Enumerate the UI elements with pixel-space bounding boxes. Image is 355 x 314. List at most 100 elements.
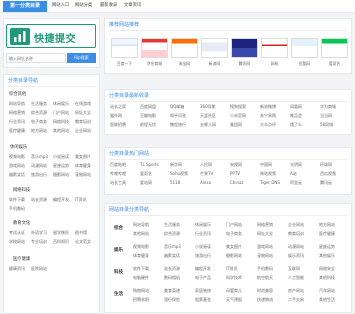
site-name[interactable]: 京东商城 — [141, 61, 168, 67]
site-link[interactable]: 哔哩哔哩 — [110, 171, 126, 177]
site-link[interactable]: 美团网 — [230, 122, 242, 128]
category-link[interactable]: 其他娱乐 — [319, 253, 335, 259]
category-link[interactable]: 美女图片 — [75, 154, 91, 160]
site-link[interactable]: 360导航 — [200, 104, 216, 110]
category-link[interactable]: 游戏网站 — [9, 163, 25, 169]
category-link[interactable]: 图书馆 — [75, 230, 87, 236]
category-link[interactable]: 电脑硬件 — [133, 275, 149, 281]
category-link[interactable]: 网站导航 — [9, 101, 25, 107]
site-link[interactable]: 站长工具 — [110, 180, 126, 186]
category-link[interactable]: 网络营销 — [9, 110, 25, 116]
category-link[interactable]: 其他科技 — [319, 275, 335, 281]
category-group-title[interactable]: 教育文化 — [13, 220, 30, 226]
category-link[interactable]: 手机数码 — [9, 206, 25, 212]
category-link[interactable]: 美食菜谱 — [164, 288, 180, 294]
site-link[interactable]: 华为商城 — [320, 104, 336, 110]
category-group-title[interactable]: 网络科技 — [13, 187, 30, 193]
site-link[interactable]: 饿了么 — [290, 122, 302, 128]
category-link[interactable]: 电子产品 — [195, 275, 211, 281]
category-link[interactable]: 视频电影 — [133, 244, 149, 250]
category-link[interactable]: 医疗健康 — [9, 128, 25, 134]
category-group-title[interactable]: 综合其他 — [9, 91, 26, 97]
category-link[interactable]: 航空航天 — [257, 275, 273, 281]
site-link[interactable]: 中国网 — [260, 162, 272, 168]
category-link[interactable]: 动漫网站 — [31, 163, 47, 169]
category-link[interactable]: 互联网 — [288, 266, 300, 272]
site-link[interactable]: Sohu视频 — [170, 171, 188, 177]
site-link[interactable]: 光明网 — [290, 162, 302, 168]
category-link[interactable]: 电子商务 — [226, 231, 242, 237]
category-row-head[interactable]: 娱乐 — [114, 247, 123, 253]
category-link[interactable]: 门户网站 — [53, 110, 69, 116]
site-name[interactable]: 网易 — [261, 61, 288, 67]
category-link[interactable]: 软件下载 — [9, 197, 25, 203]
site-link[interactable]: 环球网 — [320, 162, 332, 168]
site-link[interactable]: 豆瓣电影 — [140, 113, 156, 119]
site-thumbnail[interactable] — [141, 38, 168, 58]
nav-item-latest[interactable]: 最新收录 — [100, 3, 117, 9]
site-link[interactable]: 知乎问答 — [170, 113, 186, 119]
site-thumbnail[interactable] — [201, 38, 228, 58]
category-link[interactable]: 软件下载 — [133, 266, 149, 272]
search-button[interactable]: Rip搜索 — [67, 53, 96, 63]
category-link[interactable]: 科学技术 — [226, 275, 242, 281]
category-link[interactable]: 地方网站 — [31, 128, 47, 134]
nav-item-entry[interactable]: 网站入口 — [52, 3, 69, 9]
category-link[interactable]: 门户网站 — [226, 222, 242, 228]
category-link[interactable]: 母婴育儿 — [226, 288, 242, 294]
category-link[interactable]: 网址大全 — [75, 110, 91, 116]
category-link[interactable]: 音乐mp3 — [31, 154, 48, 160]
category-link[interactable]: 人工智能 — [288, 275, 304, 281]
category-link[interactable]: 企业网站 — [288, 222, 304, 228]
site-link[interactable]: PPTV — [230, 171, 240, 177]
category-link[interactable]: 天气预报 — [226, 297, 242, 303]
category-link[interactable]: 教育培训 — [288, 231, 304, 237]
site-link[interactable]: 咪咕视频 — [260, 171, 276, 177]
category-link[interactable]: 网络营销 — [257, 222, 273, 228]
category-link[interactable]: 娱乐资讯 — [288, 253, 304, 259]
category-link[interactable]: 旅游出行 — [31, 172, 47, 178]
category-link[interactable]: 休闲娱乐 — [53, 101, 69, 107]
category-link[interactable]: 医疗健康 — [319, 231, 335, 237]
category-link[interactable]: 美女图片 — [226, 244, 242, 250]
category-link[interactable]: 旅游出行 — [195, 253, 211, 259]
site-link[interactable]: TL Sports — [140, 162, 159, 168]
category-link[interactable]: 小说阅读 — [53, 154, 69, 160]
category-link[interactable]: 其他网站 — [133, 231, 149, 237]
site-thumbnail[interactable] — [231, 38, 258, 58]
category-link[interactable]: 编程开发 — [53, 197, 69, 203]
category-link[interactable]: 地方网站 — [319, 222, 335, 228]
category-link[interactable]: 论文范文 — [75, 239, 91, 245]
category-link[interactable]: 电子商务 — [31, 119, 47, 125]
category-link[interactable]: 网络科技 — [53, 119, 69, 125]
category-link[interactable]: 学校网站 — [9, 239, 25, 245]
category-link[interactable]: 购物网站 — [133, 288, 149, 294]
category-link[interactable]: 小说阅读 — [195, 244, 211, 250]
category-link[interactable]: 幽默笑话 — [9, 172, 25, 178]
site-name[interactable]: 爱奇艺 — [321, 61, 348, 67]
category-link[interactable]: 幽默笑话 — [164, 253, 180, 259]
site-link[interactable]: 搜狗搜索 — [230, 104, 246, 110]
category-group-title[interactable]: 医疗健康 — [13, 256, 30, 262]
site-thumbnail[interactable] — [111, 38, 138, 58]
search-input[interactable] — [6, 53, 66, 63]
site-link[interactable]: 百度网盘 — [140, 104, 156, 110]
category-link[interactable]: 网络安全 — [319, 266, 335, 272]
quick-submit-banner[interactable]: 快捷提交 — [6, 24, 96, 48]
nav-item-articles[interactable]: 文章资讯 — [124, 3, 141, 9]
site-link[interactable]: 百度贴吧 — [110, 162, 126, 168]
site-link[interactable]: 新华网 — [170, 162, 182, 168]
site-link[interactable]: 爱站网 — [140, 180, 152, 186]
category-link[interactable]: 站长资源 — [164, 266, 180, 272]
category-link[interactable]: 编程开发 — [195, 266, 211, 272]
category-link[interactable]: 快递物流 — [257, 297, 273, 303]
site-link[interactable]: 携程旅行 — [170, 122, 186, 128]
category-link[interactable]: 医院网站 — [31, 266, 47, 272]
category-link[interactable]: 摄影网站 — [53, 172, 69, 178]
site-link[interactable]: 西瓜视频 — [320, 171, 336, 177]
site-link[interactable]: 猫扑网 — [110, 113, 122, 119]
site-link[interactable]: Alexa — [200, 180, 211, 186]
site-link[interactable]: Chinaz — [230, 180, 244, 186]
category-link[interactable]: 其他网站 — [53, 128, 69, 134]
site-link[interactable]: 新浪微博 — [260, 104, 276, 110]
